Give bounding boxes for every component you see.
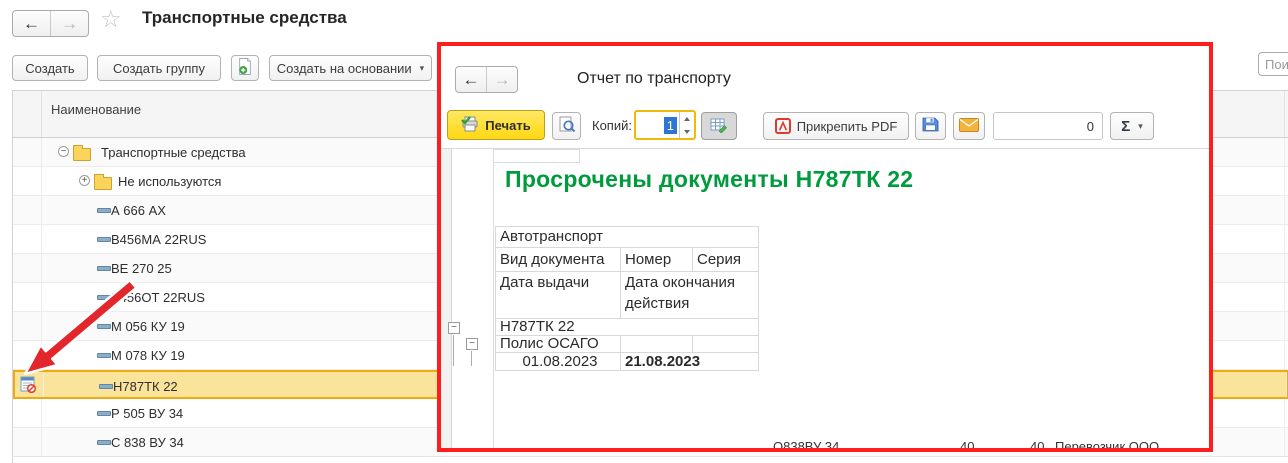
collapse-group-icon[interactable]: − bbox=[448, 322, 460, 334]
item-marker-icon bbox=[97, 237, 111, 242]
number-header-cell: Номер bbox=[621, 248, 693, 272]
chevron-down-icon: ▾ bbox=[420, 63, 425, 74]
counter-value: 0 bbox=[1087, 119, 1094, 134]
screen: ← → ☆ Транспортные средства Создать Созд… bbox=[0, 0, 1288, 463]
group-vehicle-cell: Н787ТК 22 bbox=[496, 319, 759, 336]
report-window-title: Отчет по транспорту bbox=[577, 70, 731, 88]
report-window: ← → Отчет по транспорту Печать bbox=[437, 42, 1213, 452]
copies-label: Копий: bbox=[592, 118, 632, 133]
preview-button[interactable] bbox=[552, 112, 581, 140]
collapse-subgroup-icon[interactable]: − bbox=[466, 338, 478, 350]
sheet-corner-cell bbox=[493, 149, 580, 163]
stepper-down-icon[interactable] bbox=[680, 125, 694, 138]
clipped-value-1: 40 bbox=[960, 439, 974, 448]
create-by-copy-button[interactable] bbox=[231, 55, 259, 81]
doc-type-header-cell: Вид документа bbox=[496, 248, 621, 272]
report-section-cell: Автотранспорт bbox=[496, 227, 759, 248]
sigma-icon: Σ bbox=[1121, 118, 1130, 135]
print-button-label: Печать bbox=[485, 118, 530, 133]
send-email-button[interactable] bbox=[953, 112, 985, 140]
clipped-plate: О838ВУ 34 bbox=[773, 439, 839, 448]
attach-pdf-label: Прикрепить PDF bbox=[797, 119, 898, 134]
list-item-label: В456МА 22RUS bbox=[111, 232, 206, 247]
sum-button[interactable]: Σ ▾ bbox=[1110, 112, 1154, 140]
list-item-label: С 838 ВУ 34 bbox=[111, 435, 184, 450]
table-edit-icon bbox=[710, 117, 728, 136]
report-back-button[interactable]: ← bbox=[456, 67, 486, 92]
item-marker-icon bbox=[97, 411, 111, 416]
save-button[interactable] bbox=[915, 112, 946, 140]
group-doc-cell: Полис ОСАГО bbox=[496, 336, 621, 353]
folder-icon bbox=[73, 148, 91, 161]
print-button[interactable]: Печать bbox=[447, 110, 545, 140]
preview-icon bbox=[558, 116, 576, 137]
main-nav-buttons: ← → bbox=[12, 10, 89, 37]
row-divider bbox=[12, 456, 1288, 457]
report-forward-button[interactable]: → bbox=[486, 67, 517, 92]
item-marker-icon bbox=[97, 440, 111, 445]
back-button[interactable]: ← bbox=[13, 11, 50, 36]
item-marker-icon bbox=[97, 208, 111, 213]
create-button-label: Создать bbox=[25, 61, 74, 76]
favorite-star-icon[interactable]: ☆ bbox=[100, 5, 122, 34]
stepper-arrows bbox=[679, 112, 694, 138]
create-group-button-label: Создать группу bbox=[113, 61, 205, 76]
printer-icon bbox=[461, 116, 479, 135]
envelope-icon bbox=[959, 118, 979, 135]
create-based-on-label: Создать на основании bbox=[277, 61, 412, 76]
report-nav-buttons: ← → bbox=[455, 66, 518, 93]
edit-table-button[interactable] bbox=[701, 112, 737, 140]
forward-button[interactable]: → bbox=[50, 11, 88, 36]
annotation-arrow-icon bbox=[15, 272, 155, 382]
item-marker-icon bbox=[99, 384, 113, 389]
expiry-date-cell: 21.08.2023 bbox=[621, 353, 759, 371]
copies-stepper[interactable]: 1 bbox=[634, 110, 696, 140]
tree-line bbox=[471, 351, 472, 366]
create-group-button[interactable]: Создать группу bbox=[97, 55, 221, 81]
list-item-label: Транспортные средства bbox=[101, 145, 246, 160]
create-based-on-button[interactable]: Создать на основании ▾ bbox=[269, 55, 432, 81]
series-header-cell: Серия bbox=[693, 248, 759, 272]
issue-date-cell: 01.08.2023 bbox=[496, 353, 621, 371]
group-gutter-line bbox=[493, 149, 494, 448]
counter-field[interactable]: 0 bbox=[993, 112, 1103, 140]
page-title: Транспортные средства bbox=[142, 8, 347, 28]
sheet-margin bbox=[441, 149, 452, 448]
clipped-carrier: Перевозчик ООО bbox=[1055, 439, 1159, 448]
chevron-down-icon: ▾ bbox=[1138, 121, 1143, 132]
expander-icon[interactable]: − bbox=[58, 146, 69, 157]
folder-icon bbox=[94, 177, 112, 190]
list-item-label: Р 505 ВУ 34 bbox=[111, 406, 183, 421]
attach-pdf-button[interactable]: Прикрепить PDF bbox=[763, 112, 909, 140]
report-title: Просрочены документы Н787ТК 22 bbox=[505, 166, 913, 193]
column-header-name: Наименование bbox=[51, 102, 141, 117]
pdf-icon bbox=[775, 118, 791, 134]
stepper-up-icon[interactable] bbox=[680, 112, 694, 125]
item-marker-icon bbox=[97, 266, 111, 271]
report-table: Автотранспорт Вид документа Номер Серия … bbox=[495, 226, 759, 371]
issue-date-header-cell: Дата выдачи bbox=[496, 272, 621, 319]
save-floppy-icon bbox=[922, 116, 939, 136]
list-item-label: А 666 АХ bbox=[111, 203, 166, 218]
expiry-date-header-cell: Дата окончания действия bbox=[621, 272, 759, 319]
copies-value[interactable]: 1 bbox=[636, 112, 679, 138]
search-input[interactable] bbox=[1258, 52, 1288, 76]
document-plus-icon bbox=[237, 57, 253, 79]
create-button[interactable]: Создать bbox=[12, 55, 88, 81]
list-item-label: Не используются bbox=[118, 174, 221, 189]
clipped-report-row: О838ВУ 34 40 40 Перевозчик ООО bbox=[441, 439, 1209, 448]
tree-line bbox=[453, 335, 454, 366]
expander-icon[interactable]: + bbox=[79, 175, 90, 186]
clipped-value-2: 40 bbox=[1030, 439, 1044, 448]
